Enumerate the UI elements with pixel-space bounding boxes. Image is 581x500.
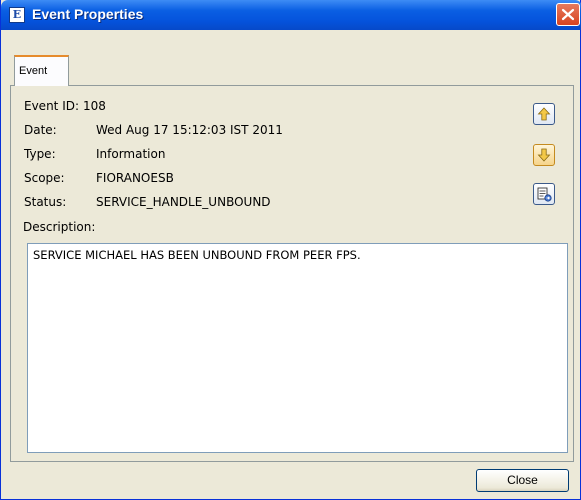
event-id-label: Event ID: (24, 99, 80, 113)
copy-clipboard-icon (537, 187, 552, 202)
copy-event-button[interactable] (533, 183, 555, 205)
title-bar[interactable]: E Event Properties (1, 0, 581, 30)
description-text: SERVICE MICHAEL HAS BEEN UNBOUND FROM PE… (33, 248, 361, 262)
next-event-button[interactable] (533, 144, 555, 166)
window-close-button[interactable] (556, 3, 580, 26)
status-label: Status: (24, 195, 67, 209)
date-value: Wed Aug 17 15:12:03 IST 2011 (96, 123, 283, 137)
status-value: SERVICE_HANDLE_UNBOUND (96, 195, 271, 209)
window-title: Event Properties (32, 6, 144, 22)
description-label: Description: (23, 220, 96, 234)
scope-label: Scope: (24, 171, 65, 185)
close-button[interactable]: Close (476, 469, 569, 492)
description-textarea[interactable]: SERVICE MICHAEL HAS BEEN UNBOUND FROM PE… (27, 243, 568, 453)
arrow-up-icon (537, 107, 551, 121)
date-label: Date: (24, 123, 57, 137)
tab-event[interactable]: Event (14, 55, 69, 86)
scope-value: FIORANOESB (96, 171, 174, 185)
app-icon: E (9, 7, 25, 23)
type-value: Information (96, 147, 166, 161)
arrow-down-icon (537, 148, 551, 162)
close-icon (561, 8, 575, 21)
event-id-value: 108 (83, 99, 106, 113)
previous-event-button[interactable] (533, 103, 555, 125)
event-properties-window: E Event Properties Event Event ID: 108 D… (0, 0, 581, 500)
tab-strip: Event (10, 55, 574, 86)
type-label: Type: (24, 147, 56, 161)
